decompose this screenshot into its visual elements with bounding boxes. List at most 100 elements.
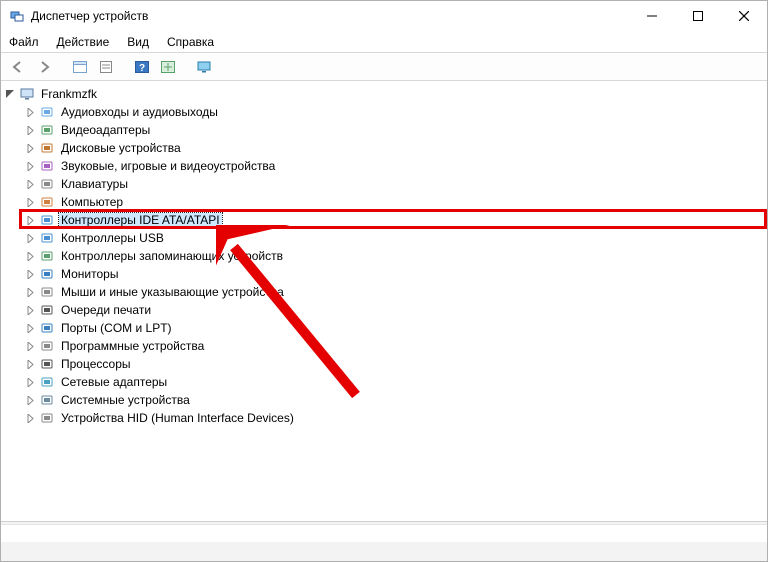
show-hidden-button[interactable]: [69, 56, 91, 78]
tree-item[interactable]: Звуковые, игровые и видеоустройства: [23, 157, 767, 175]
expander-icon[interactable]: [23, 123, 37, 137]
expander-icon[interactable]: [23, 141, 37, 155]
device-category-icon: [39, 320, 55, 336]
tree-item[interactable]: Процессоры: [23, 355, 767, 373]
maximize-button[interactable]: [675, 1, 721, 31]
expander-icon[interactable]: [23, 339, 37, 353]
device-category-icon: [39, 176, 55, 192]
device-category-icon: [39, 140, 55, 156]
back-button[interactable]: [7, 56, 29, 78]
tree-item[interactable]: Системные устройства: [23, 391, 767, 409]
computer-icon: [19, 86, 35, 102]
tree-item[interactable]: Контроллеры запоминающих устройств: [23, 247, 767, 265]
tree-item-label: Очереди печати: [59, 303, 153, 317]
tree-item[interactable]: Программные устройства: [23, 337, 767, 355]
tree-item[interactable]: Очереди печати: [23, 301, 767, 319]
tree-item-label: Устройства HID (Human Interface Devices): [59, 411, 296, 425]
window-title: Диспетчер устройств: [31, 9, 629, 23]
expander-icon[interactable]: [23, 195, 37, 209]
expander-icon[interactable]: [23, 105, 37, 119]
device-category-icon: [39, 302, 55, 318]
expander-icon[interactable]: [23, 357, 37, 371]
menu-help[interactable]: Справка: [165, 33, 216, 51]
device-category-icon: [39, 356, 55, 372]
tree-item-label: Аудиовходы и аудиовыходы: [59, 105, 220, 119]
tree-item[interactable]: Видеоадаптеры: [23, 121, 767, 139]
expander-icon[interactable]: [23, 321, 37, 335]
forward-button[interactable]: [33, 56, 55, 78]
expander-icon[interactable]: [23, 411, 37, 425]
device-category-icon: [39, 392, 55, 408]
device-tree-pane[interactable]: Frankmzfk Аудиовходы и аудиовыходы Видеоад…: [1, 81, 767, 521]
properties-button[interactable]: [95, 56, 117, 78]
tree-item[interactable]: Сетевые адаптеры: [23, 373, 767, 391]
device-category-icon: [39, 248, 55, 264]
svg-text:?: ?: [139, 63, 145, 74]
expander-icon[interactable]: [23, 393, 37, 407]
monitor-button[interactable]: [193, 56, 215, 78]
scan-button[interactable]: [157, 56, 179, 78]
device-category-icon: [39, 122, 55, 138]
tree-item-label: Порты (COM и LPT): [59, 321, 174, 335]
tree-item-label: Программные устройства: [59, 339, 206, 353]
tree-item-label: Процессоры: [59, 357, 133, 371]
toolbar: ?: [1, 53, 767, 81]
tree-item-label: Контроллеры запоминающих устройств: [59, 249, 285, 263]
titlebar: Диспетчер устройств: [1, 1, 767, 31]
expander-icon[interactable]: [23, 231, 37, 245]
tree-item-label: Системные устройства: [59, 393, 192, 407]
expander-icon[interactable]: [23, 249, 37, 263]
device-category-icon: [39, 410, 55, 426]
tree-item[interactable]: Порты (COM и LPT): [23, 319, 767, 337]
toolbar-separator: [121, 56, 127, 78]
tree-item[interactable]: Клавиатуры: [23, 175, 767, 193]
tree-item-label: Мыши и иные указывающие устройства: [59, 285, 286, 299]
app-icon: [9, 8, 25, 24]
expander-icon[interactable]: [23, 177, 37, 191]
toolbar-separator: [59, 56, 65, 78]
expander-icon[interactable]: [23, 375, 37, 389]
expander-icon[interactable]: [23, 285, 37, 299]
expander-icon[interactable]: [23, 213, 37, 227]
minimize-button[interactable]: [629, 1, 675, 31]
tree-item-label: Контроллеры IDE ATA/ATAPI: [59, 213, 222, 227]
statusbar: [1, 521, 767, 561]
tree-item[interactable]: Мыши и иные указывающие устройства: [23, 283, 767, 301]
device-category-icon: [39, 266, 55, 282]
expander-icon[interactable]: [3, 87, 17, 101]
tree-item-label: Дисковые устройства: [59, 141, 183, 155]
tree-item-label: Сетевые адаптеры: [59, 375, 169, 389]
menu-file[interactable]: Файл: [7, 33, 41, 51]
tree-root-label: Frankmzfk: [39, 87, 99, 101]
tree-item-label: Клавиатуры: [59, 177, 130, 191]
tree-root[interactable]: Frankmzfk: [3, 85, 767, 103]
tree-item-label: Компьютер: [59, 195, 125, 209]
expander-icon[interactable]: [23, 303, 37, 317]
tree-item-label: Видеоадаптеры: [59, 123, 152, 137]
tree-item-label: Контроллеры USB: [59, 231, 166, 245]
menubar: Файл Действие Вид Справка: [1, 31, 767, 53]
device-category-icon: [39, 212, 55, 228]
close-button[interactable]: [721, 1, 767, 31]
device-category-icon: [39, 338, 55, 354]
expander-icon[interactable]: [23, 267, 37, 281]
tree-item[interactable]: Дисковые устройства: [23, 139, 767, 157]
tree-item-label: Звуковые, игровые и видеоустройства: [59, 159, 277, 173]
tree-item[interactable]: Аудиовходы и аудиовыходы: [23, 103, 767, 121]
help-button[interactable]: ?: [131, 56, 153, 78]
device-category-icon: [39, 158, 55, 174]
tree-item[interactable]: Устройства HID (Human Interface Devices): [23, 409, 767, 427]
tree-item[interactable]: Компьютер: [23, 193, 767, 211]
tree-item[interactable]: Контроллеры IDE ATA/ATAPI: [23, 211, 767, 229]
device-category-icon: [39, 104, 55, 120]
device-category-icon: [39, 230, 55, 246]
menu-view[interactable]: Вид: [125, 33, 151, 51]
window-controls: [629, 1, 767, 31]
tree-item[interactable]: Контроллеры USB: [23, 229, 767, 247]
toolbar-separator: [183, 56, 189, 78]
device-category-icon: [39, 194, 55, 210]
expander-icon[interactable]: [23, 159, 37, 173]
menu-action[interactable]: Действие: [55, 33, 112, 51]
device-category-icon: [39, 284, 55, 300]
tree-item[interactable]: Мониторы: [23, 265, 767, 283]
